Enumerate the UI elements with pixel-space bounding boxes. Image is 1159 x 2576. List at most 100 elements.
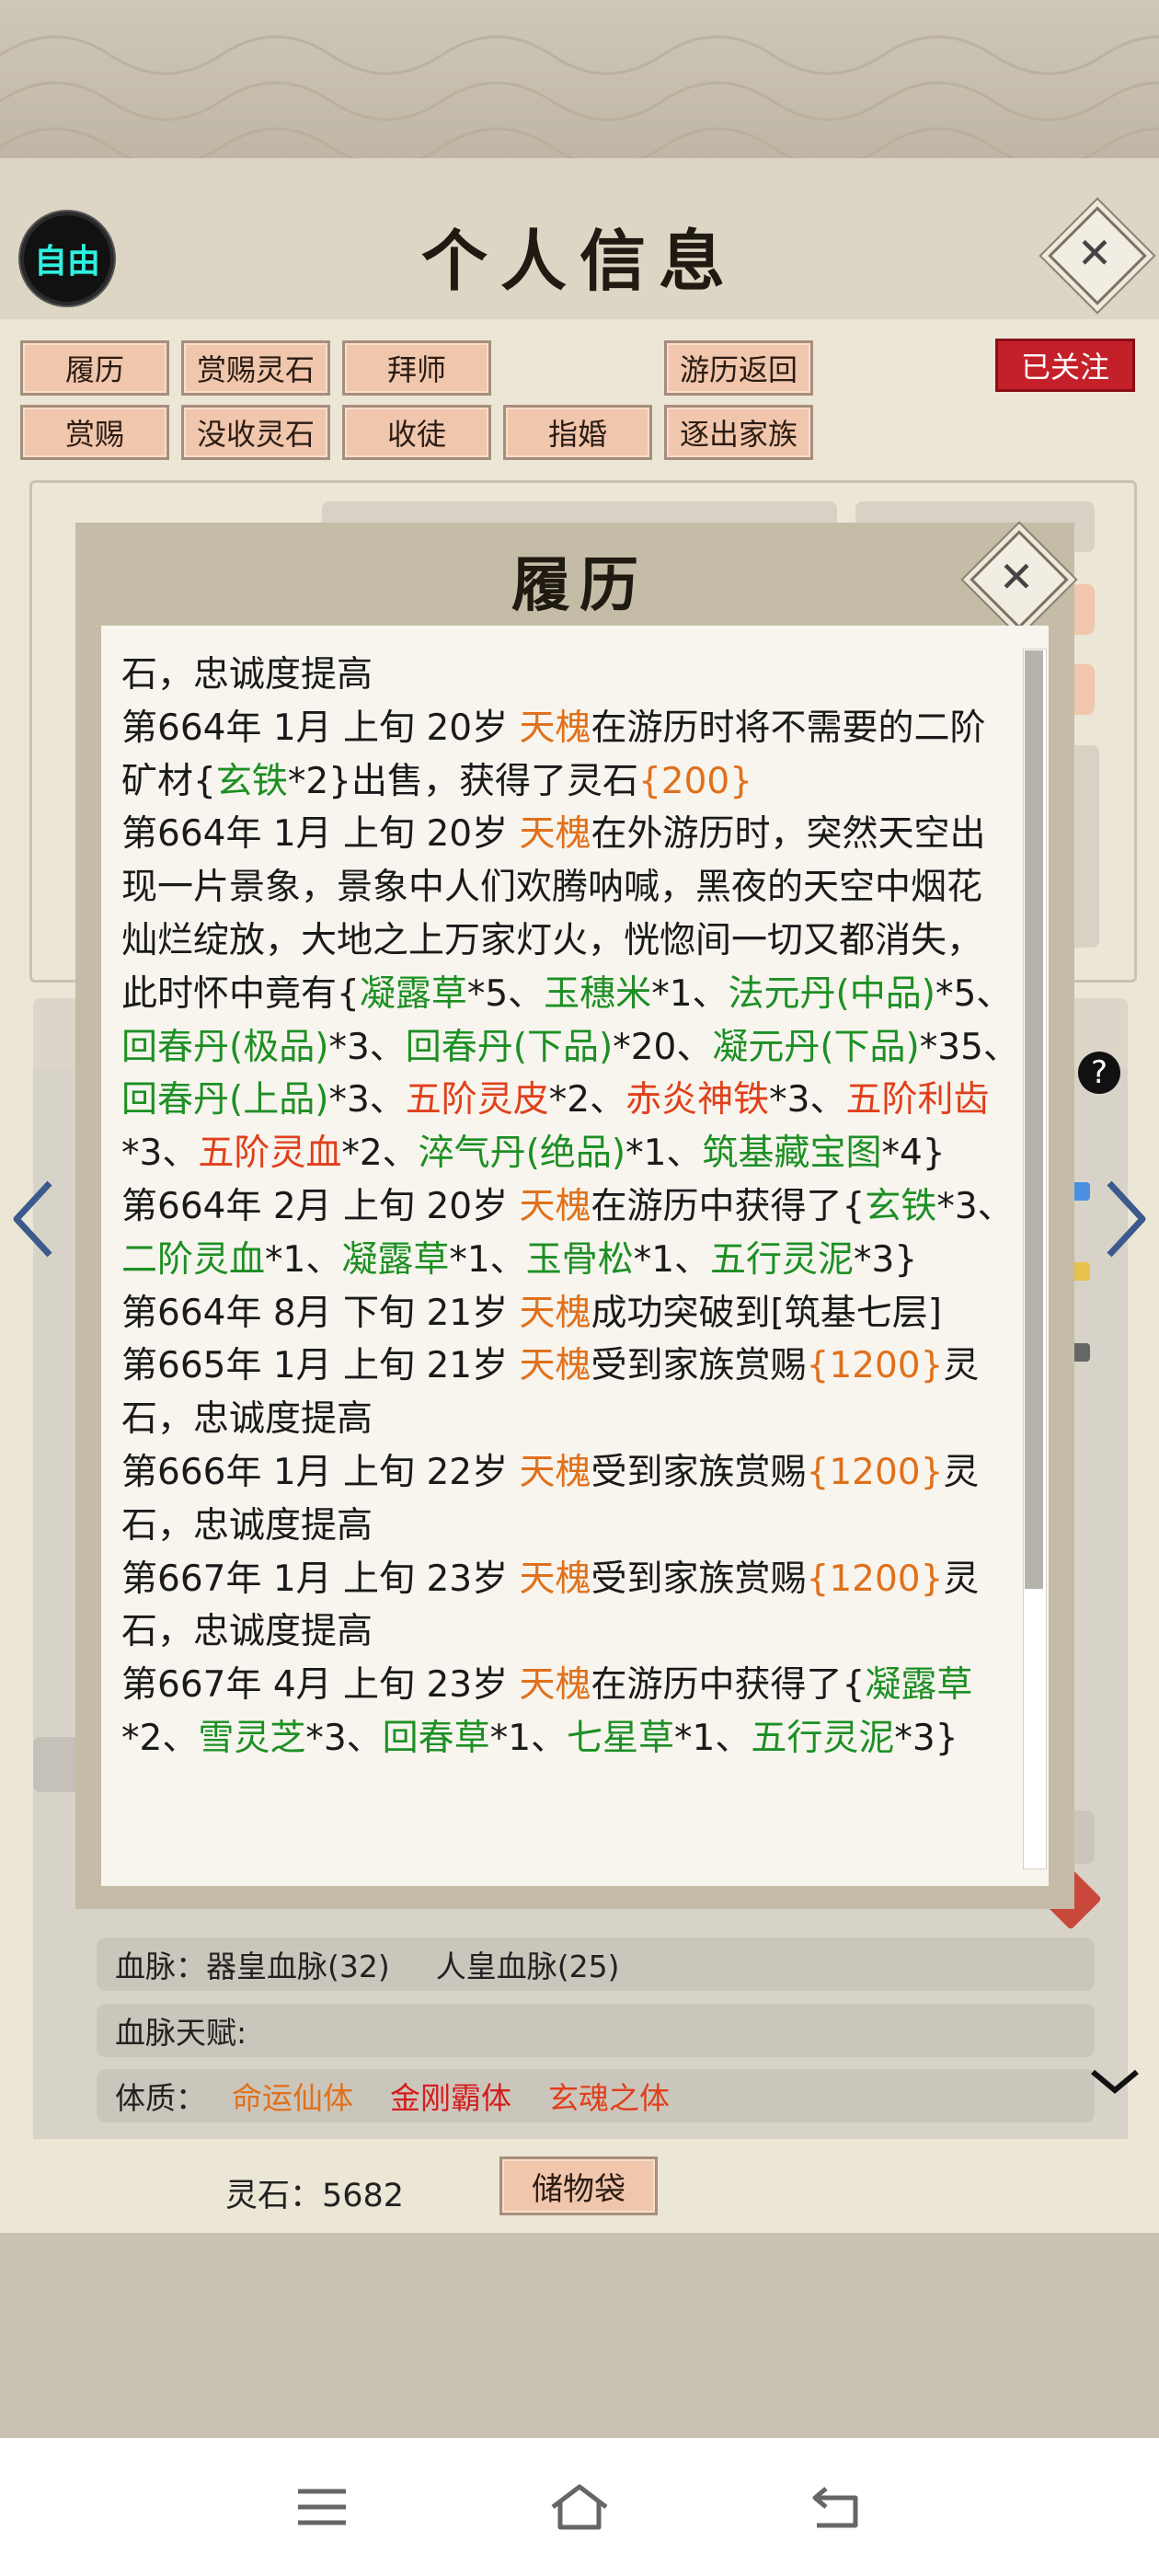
log-segment: 灵 [943, 1345, 980, 1387]
log-segment: 石，忠诚度提高 [121, 1611, 373, 1653]
log-line: 回春丹(极品)*3、回春丹(下品)*20、凝元丹(下品)*35、 [121, 1021, 1014, 1075]
log-segment: 天槐 [519, 1292, 591, 1334]
history-log[interactable]: 石，忠诚度提高 第664年 1月 上旬 20岁 天槐在游历时将不需要的二阶 矿材{玄… [121, 649, 1014, 1863]
close-icon: ✕ [1076, 228, 1113, 278]
storage-bag-button[interactable]: 储物袋 [499, 2156, 658, 2215]
bloodline-talent-row: 血脉天赋: [97, 2004, 1095, 2057]
log-segment: 七星草 [567, 1717, 675, 1759]
log-segment: 第667年 4月 上旬 23岁 [121, 1664, 520, 1707]
log-line: 第667年 1月 上旬 23岁 天槐受到家族赏赐{1200}灵 [121, 1553, 1014, 1606]
spirit-stones-count: 灵石：5682 [225, 2178, 405, 2214]
log-segment: *1、 [633, 1238, 711, 1281]
home-icon[interactable] [543, 2479, 616, 2535]
arrange-marriage-button[interactable]: 指婚 [503, 405, 652, 460]
log-segment: 第664年 8月 下旬 21岁 [121, 1292, 520, 1334]
status-dot-yellow [1072, 1262, 1090, 1281]
status-dot-gray [1072, 1343, 1090, 1362]
log-segment: *3、 [769, 1079, 846, 1121]
log-line: 灿烂绽放，大地之上万家灯火，恍惚间一切又都消失， [121, 914, 1014, 968]
log-segment: 回春丹(极品) [121, 1026, 329, 1068]
log-segment: *3、 [121, 1133, 199, 1175]
close-icon: ✕ [998, 552, 1035, 602]
chevron-down-icon[interactable] [1087, 2063, 1142, 2099]
become-disciple-button[interactable]: 拜师 [342, 340, 491, 396]
log-line: *2、雪灵芝*3、回春草*1、七星草*1、五行灵泥*3} [121, 1712, 1014, 1765]
right-arrow-icon[interactable] [1100, 1178, 1152, 1260]
expel-from-clan-button[interactable]: 逐出家族 [664, 405, 813, 460]
menu-icon[interactable] [285, 2479, 359, 2535]
free-status-badge[interactable]: 自由 [20, 212, 114, 305]
reward-button[interactable]: 赏赐 [20, 405, 169, 460]
modal-title: 履历 [511, 551, 648, 620]
log-segment: 凝露草 [865, 1664, 973, 1707]
page-title: 个人信息 [420, 222, 738, 300]
log-segment: *4} [881, 1133, 946, 1175]
log-segment: *3、 [936, 1185, 1014, 1227]
confiscate-spirit-stones-button[interactable]: 没收灵石 [181, 405, 330, 460]
history-button[interactable]: 履历 [20, 340, 169, 396]
log-segment: 二阶灵血 [121, 1238, 266, 1281]
log-segment: 五阶灵皮 [405, 1079, 549, 1121]
log-segment: 灿烂绽放，大地之上万家灯火，恍惚间一切又都消失， [121, 919, 983, 961]
return-from-travel-button[interactable]: 游历返回 [664, 340, 813, 396]
log-segment: 石，忠诚度提高 [121, 654, 373, 696]
log-segment: 法元丹(中品) [728, 972, 935, 1015]
log-segment: 在游历中获得了{ [591, 1664, 866, 1707]
log-segment: *2}出售，获得了灵石 [287, 760, 638, 802]
take-disciple-button[interactable]: 收徒 [342, 405, 491, 460]
log-segment: 灵 [943, 1558, 980, 1600]
left-arrow-icon[interactable] [7, 1178, 59, 1260]
log-segment: 现一片景象，景象中人们欢腾呐喊，黑夜的天空中烟花 [121, 867, 983, 909]
followed-badge[interactable]: 已关注 [995, 339, 1135, 392]
log-segment: *1、 [674, 1717, 752, 1759]
physique-item[interactable]: 玄魂之体 [548, 2074, 670, 2118]
log-segment: *35、 [919, 1026, 1014, 1068]
log-segment: 第664年 2月 上旬 20岁 [121, 1185, 520, 1227]
log-line: 第666年 1月 上旬 22岁 天槐受到家族赏赐{1200}灵 [121, 1446, 1014, 1500]
log-segment: 在游历时将不需要的二阶 [591, 707, 986, 749]
physique-label: 体质： [115, 2080, 206, 2116]
log-segment: 玄铁 [215, 760, 288, 802]
log-segment: 天槐 [519, 1451, 591, 1493]
log-segment: {1200} [806, 1345, 944, 1387]
scrollbar-thumb[interactable] [1025, 650, 1043, 1589]
log-segment: 凝元丹(下品) [712, 1026, 920, 1068]
log-line: 此时怀中竟有{凝露草*5、玉穗米*1、法元丹(中品)*5、 [121, 968, 1014, 1021]
log-segment: 五阶利齿 [845, 1079, 990, 1121]
log-segment: 天槐 [519, 813, 591, 856]
log-segment: 第664年 1月 上旬 20岁 [121, 707, 520, 749]
log-segment: 五行灵泥 [710, 1238, 855, 1281]
log-segment: *3、 [305, 1717, 383, 1759]
bloodline-row: 血脉： 器皇血脉(32) 人皇血脉(25) [97, 1938, 1095, 1991]
log-segment: 筑基藏宝图 [702, 1133, 882, 1175]
bloodline-value: 人皇血脉(25) [435, 1949, 620, 1984]
log-segment: *5、 [935, 972, 1013, 1015]
log-segment: 在游历中获得了{ [591, 1185, 866, 1227]
log-segment: 玉骨松 [525, 1238, 634, 1281]
log-segment: 回春草 [382, 1717, 490, 1759]
log-segment: 五行灵泥 [751, 1717, 895, 1759]
log-line: 现一片景象，景象中人们欢腾呐喊，黑夜的天空中烟花 [121, 861, 1014, 914]
log-segment: 石，忠诚度提高 [121, 1398, 373, 1441]
physique-item[interactable]: 命运仙体 [232, 2074, 353, 2118]
log-segment: 第665年 1月 上旬 21岁 [121, 1345, 520, 1387]
log-line: 石，忠诚度提高 [121, 1500, 1014, 1553]
log-segment: {1200} [806, 1451, 944, 1493]
log-segment: 赤炎神铁 [625, 1079, 770, 1121]
modal-close-button[interactable]: ✕ [970, 530, 1069, 629]
log-segment: 玄铁 [865, 1185, 937, 1227]
help-icon[interactable]: ? [1078, 1052, 1120, 1094]
bloodline-label: 血脉： [115, 1949, 206, 1984]
log-segment: 天槐 [519, 1185, 591, 1227]
log-segment: *3} [854, 1238, 918, 1281]
log-line: 回春丹(上品)*3、五阶灵皮*2、赤炎神铁*3、五阶利齿 [121, 1074, 1014, 1127]
back-icon[interactable] [800, 2479, 874, 2535]
log-segment: 回春丹(上品) [121, 1079, 329, 1121]
reward-spirit-stones-button[interactable]: 赏赐灵石 [181, 340, 330, 396]
log-line: 第667年 4月 上旬 23岁 天槐在游历中获得了{凝露草 [121, 1659, 1014, 1712]
close-button[interactable]: ✕ [1048, 206, 1147, 305]
log-segment: 灵 [943, 1451, 980, 1493]
physique-item[interactable]: 金刚霸体 [390, 2074, 511, 2118]
log-segment: 天槐 [519, 1345, 591, 1387]
log-segment: 受到家族赏赐 [591, 1558, 807, 1600]
